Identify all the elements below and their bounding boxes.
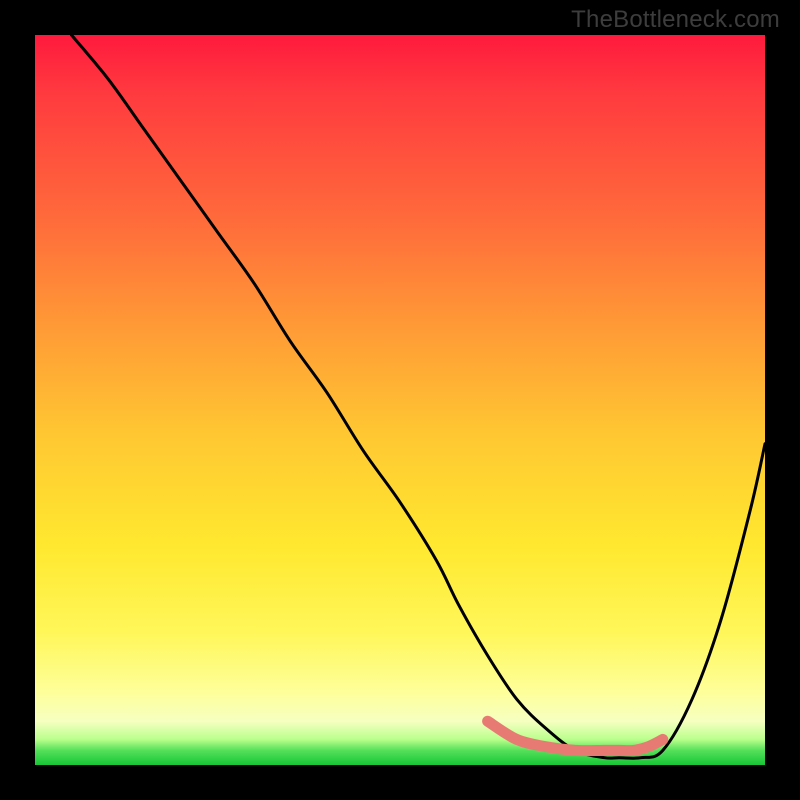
bottleneck-curve [35, 35, 765, 765]
chart-frame: TheBottleneck.com [0, 0, 800, 800]
optimal-band-marker [488, 721, 663, 750]
curve-path [72, 35, 766, 758]
watermark-text: TheBottleneck.com [571, 6, 780, 34]
plot-area [35, 35, 765, 765]
